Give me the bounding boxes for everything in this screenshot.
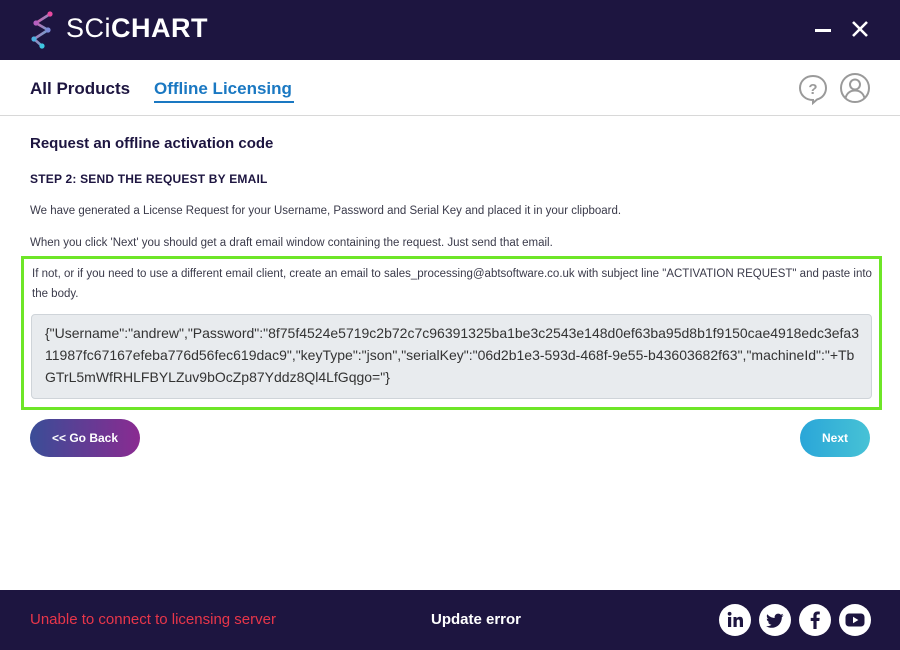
step-title: STEP 2: SEND THE REQUEST BY EMAIL bbox=[30, 172, 268, 186]
footer: Unable to connect to licensing server Up… bbox=[0, 590, 900, 650]
go-back-button[interactable]: << Go Back bbox=[30, 419, 140, 457]
active-tab-indicator bbox=[154, 101, 294, 103]
tab-offline-licensing[interactable]: Offline Licensing bbox=[154, 79, 292, 99]
instruction-text-2: When you click 'Next' you should get a d… bbox=[30, 237, 553, 249]
user-icon[interactable] bbox=[839, 72, 871, 104]
license-request-textbox[interactable]: {"Username":"andrew","Password":"8f75f45… bbox=[31, 314, 872, 399]
tab-bar: All Products Offline Licensing ? bbox=[0, 60, 900, 116]
close-icon[interactable] bbox=[849, 18, 871, 40]
scichart-logo-icon bbox=[31, 11, 53, 49]
brand-name-bold: CHART bbox=[111, 13, 209, 43]
tab-all-products[interactable]: All Products bbox=[30, 79, 130, 99]
instruction-text-1: We have generated a License Request for … bbox=[30, 205, 622, 217]
instruction-text-3: If not, or if you need to use a differen… bbox=[32, 268, 872, 300]
linkedin-icon[interactable] bbox=[719, 604, 751, 636]
minimize-icon[interactable] bbox=[812, 18, 834, 40]
youtube-icon[interactable] bbox=[839, 604, 871, 636]
brand-name-thin: SCi bbox=[66, 13, 112, 43]
svg-text:?: ? bbox=[808, 81, 817, 98]
update-error-text: Update error bbox=[431, 611, 522, 628]
title-bar: SCiCHART bbox=[0, 0, 900, 60]
connection-error-text: Unable to connect to licensing server bbox=[30, 611, 276, 628]
brand-name: SCiCHART bbox=[66, 13, 208, 43]
help-icon[interactable]: ? bbox=[797, 73, 829, 105]
page-title: Request an offline activation code bbox=[30, 135, 274, 152]
facebook-icon[interactable] bbox=[799, 604, 831, 636]
highlighted-section: If not, or if you need to use a differen… bbox=[21, 256, 882, 410]
next-button[interactable]: Next bbox=[800, 419, 870, 457]
twitter-icon[interactable] bbox=[759, 604, 791, 636]
